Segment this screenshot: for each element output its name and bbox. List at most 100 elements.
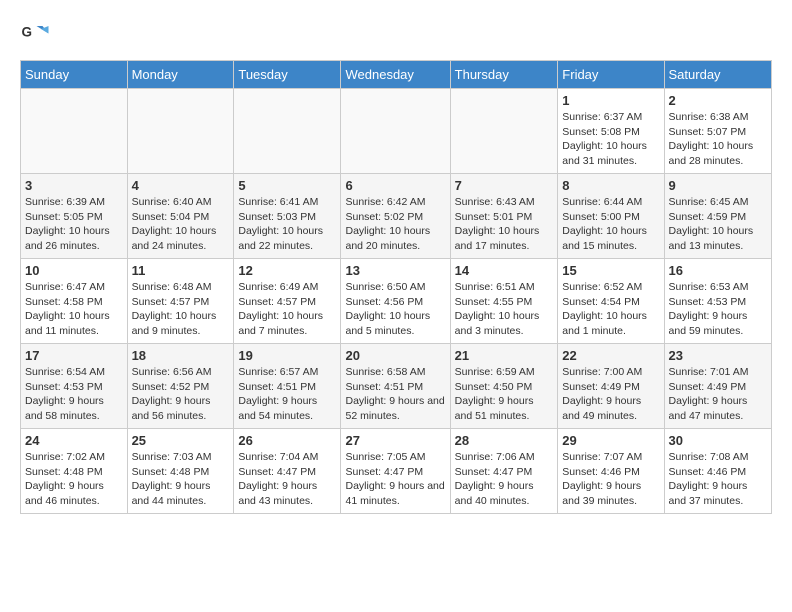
- day-number: 20: [345, 348, 445, 363]
- calendar-week-2: 3Sunrise: 6:39 AM Sunset: 5:05 PM Daylig…: [21, 174, 772, 259]
- calendar-day: 24 Sunrise: 7:02 AM Sunset: 4:48 PM Dayli…: [21, 429, 128, 514]
- day-number: 10: [25, 263, 123, 278]
- column-header-tuesday: Tuesday: [234, 61, 341, 89]
- day-number: 2: [669, 93, 767, 108]
- calendar-day: 9 Sunrise: 6:45 AM Sunset: 4:59 PM Daylig…: [664, 174, 771, 259]
- day-number: 28: [455, 433, 554, 448]
- calendar-day: 21 Sunrise: 6:59 AM Sunset: 4:50 PM Dayli…: [450, 344, 558, 429]
- calendar-day: 11Sunrise: 6:48 AM Sunset: 4:57 PM Dayli…: [127, 259, 234, 344]
- calendar-day: 1 Sunrise: 6:37 AM Sunset: 5:08 PM Daylig…: [558, 89, 664, 174]
- day-number: 29: [562, 433, 659, 448]
- calendar-day: 29 Sunrise: 7:07 AM Sunset: 4:46 PM Dayli…: [558, 429, 664, 514]
- day-number: 25: [132, 433, 230, 448]
- day-number: 24: [25, 433, 123, 448]
- day-number: 27: [345, 433, 445, 448]
- day-number: 30: [669, 433, 767, 448]
- calendar-day: 30 Sunrise: 7:08 AM Sunset: 4:46 PM Dayli…: [664, 429, 771, 514]
- calendar-week-1: 1 Sunrise: 6:37 AM Sunset: 5:08 PM Daylig…: [21, 89, 772, 174]
- calendar-day: [234, 89, 341, 174]
- calendar-day: 10 Sunrise: 6:47 AM Sunset: 4:58 PM Dayli…: [21, 259, 128, 344]
- day-number: 22: [562, 348, 659, 363]
- day-number: 12: [238, 263, 336, 278]
- calendar-day: 12Sunrise: 6:49 AM Sunset: 4:57 PM Dayli…: [234, 259, 341, 344]
- calendar-day: 13 Sunrise: 6:50 AM Sunset: 4:56 PM Dayli…: [341, 259, 450, 344]
- calendar-day: [21, 89, 128, 174]
- logo-icon: G: [20, 20, 50, 50]
- calendar-day: 6Sunrise: 6:42 AM Sunset: 5:02 PM Daylig…: [341, 174, 450, 259]
- calendar-day: 15 Sunrise: 6:52 AM Sunset: 4:54 PM Dayli…: [558, 259, 664, 344]
- calendar-day: 20 Sunrise: 6:58 AM Sunset: 4:51 PM Dayli…: [341, 344, 450, 429]
- day-number: 13: [345, 263, 445, 278]
- day-info: Sunrise: 6:51 AM Sunset: 4:55 PM Dayligh…: [455, 280, 554, 339]
- calendar-day: [341, 89, 450, 174]
- day-info: Sunrise: 6:52 AM Sunset: 4:54 PM Dayligh…: [562, 280, 659, 339]
- day-info: Sunrise: 6:37 AM Sunset: 5:08 PM Dayligh…: [562, 110, 659, 169]
- calendar-header-row: SundayMondayTuesdayWednesdayThursdayFrid…: [21, 61, 772, 89]
- logo: G: [20, 20, 54, 50]
- calendar-day: 19 Sunrise: 6:57 AM Sunset: 4:51 PM Dayli…: [234, 344, 341, 429]
- day-info: Sunrise: 6:38 AM Sunset: 5:07 PM Dayligh…: [669, 110, 767, 169]
- day-info: Sunrise: 7:07 AM Sunset: 4:46 PM Dayligh…: [562, 450, 659, 509]
- calendar-day: 26 Sunrise: 7:04 AM Sunset: 4:47 PM Dayli…: [234, 429, 341, 514]
- day-info: Sunrise: 6:44 AM Sunset: 5:00 PM Dayligh…: [562, 195, 659, 254]
- day-number: 1: [562, 93, 659, 108]
- day-info: Sunrise: 7:00 AM Sunset: 4:49 PM Dayligh…: [562, 365, 659, 424]
- calendar-day: 8 Sunrise: 6:44 AM Sunset: 5:00 PM Daylig…: [558, 174, 664, 259]
- day-number: 19: [238, 348, 336, 363]
- day-info: Sunrise: 6:47 AM Sunset: 4:58 PM Dayligh…: [25, 280, 123, 339]
- day-number: 14: [455, 263, 554, 278]
- column-header-thursday: Thursday: [450, 61, 558, 89]
- day-info: Sunrise: 6:58 AM Sunset: 4:51 PM Dayligh…: [345, 365, 445, 424]
- day-info: Sunrise: 7:02 AM Sunset: 4:48 PM Dayligh…: [25, 450, 123, 509]
- column-header-sunday: Sunday: [21, 61, 128, 89]
- day-info: Sunrise: 7:08 AM Sunset: 4:46 PM Dayligh…: [669, 450, 767, 509]
- day-number: 3: [25, 178, 123, 193]
- calendar-day: 25 Sunrise: 7:03 AM Sunset: 4:48 PM Dayli…: [127, 429, 234, 514]
- day-number: 8: [562, 178, 659, 193]
- calendar-day: [450, 89, 558, 174]
- column-header-monday: Monday: [127, 61, 234, 89]
- calendar-day: 23 Sunrise: 7:01 AM Sunset: 4:49 PM Dayli…: [664, 344, 771, 429]
- day-number: 9: [669, 178, 767, 193]
- day-info: Sunrise: 6:56 AM Sunset: 4:52 PM Dayligh…: [132, 365, 230, 424]
- calendar-day: [127, 89, 234, 174]
- page-header: G: [20, 20, 772, 50]
- day-number: 16: [669, 263, 767, 278]
- column-header-saturday: Saturday: [664, 61, 771, 89]
- day-info: Sunrise: 6:41 AM Sunset: 5:03 PM Dayligh…: [238, 195, 336, 254]
- day-info: Sunrise: 6:57 AM Sunset: 4:51 PM Dayligh…: [238, 365, 336, 424]
- day-number: 6: [345, 178, 445, 193]
- day-info: Sunrise: 7:01 AM Sunset: 4:49 PM Dayligh…: [669, 365, 767, 424]
- day-info: Sunrise: 6:53 AM Sunset: 4:53 PM Dayligh…: [669, 280, 767, 339]
- day-info: Sunrise: 6:59 AM Sunset: 4:50 PM Dayligh…: [455, 365, 554, 424]
- day-number: 5: [238, 178, 336, 193]
- day-number: 15: [562, 263, 659, 278]
- svg-text:G: G: [22, 25, 33, 40]
- calendar-day: 28 Sunrise: 7:06 AM Sunset: 4:47 PM Dayli…: [450, 429, 558, 514]
- day-number: 18: [132, 348, 230, 363]
- day-info: Sunrise: 7:06 AM Sunset: 4:47 PM Dayligh…: [455, 450, 554, 509]
- day-info: Sunrise: 6:43 AM Sunset: 5:01 PM Dayligh…: [455, 195, 554, 254]
- day-number: 21: [455, 348, 554, 363]
- day-number: 26: [238, 433, 336, 448]
- calendar-day: 16 Sunrise: 6:53 AM Sunset: 4:53 PM Dayli…: [664, 259, 771, 344]
- calendar-day: 7 Sunrise: 6:43 AM Sunset: 5:01 PM Daylig…: [450, 174, 558, 259]
- day-number: 4: [132, 178, 230, 193]
- calendar-table: SundayMondayTuesdayWednesdayThursdayFrid…: [20, 60, 772, 514]
- day-number: 11: [132, 263, 230, 278]
- day-info: Sunrise: 6:45 AM Sunset: 4:59 PM Dayligh…: [669, 195, 767, 254]
- calendar-day: 2 Sunrise: 6:38 AM Sunset: 5:07 PM Daylig…: [664, 89, 771, 174]
- day-info: Sunrise: 6:40 AM Sunset: 5:04 PM Dayligh…: [132, 195, 230, 254]
- column-header-friday: Friday: [558, 61, 664, 89]
- day-number: 23: [669, 348, 767, 363]
- calendar-week-4: 17Sunrise: 6:54 AM Sunset: 4:53 PM Dayli…: [21, 344, 772, 429]
- day-info: Sunrise: 7:03 AM Sunset: 4:48 PM Dayligh…: [132, 450, 230, 509]
- day-info: Sunrise: 6:50 AM Sunset: 4:56 PM Dayligh…: [345, 280, 445, 339]
- day-number: 7: [455, 178, 554, 193]
- day-info: Sunrise: 7:04 AM Sunset: 4:47 PM Dayligh…: [238, 450, 336, 509]
- day-info: Sunrise: 7:05 AM Sunset: 4:47 PM Dayligh…: [345, 450, 445, 509]
- calendar-day: 17Sunrise: 6:54 AM Sunset: 4:53 PM Dayli…: [21, 344, 128, 429]
- column-header-wednesday: Wednesday: [341, 61, 450, 89]
- calendar-day: 18 Sunrise: 6:56 AM Sunset: 4:52 PM Dayli…: [127, 344, 234, 429]
- calendar-week-5: 24 Sunrise: 7:02 AM Sunset: 4:48 PM Dayli…: [21, 429, 772, 514]
